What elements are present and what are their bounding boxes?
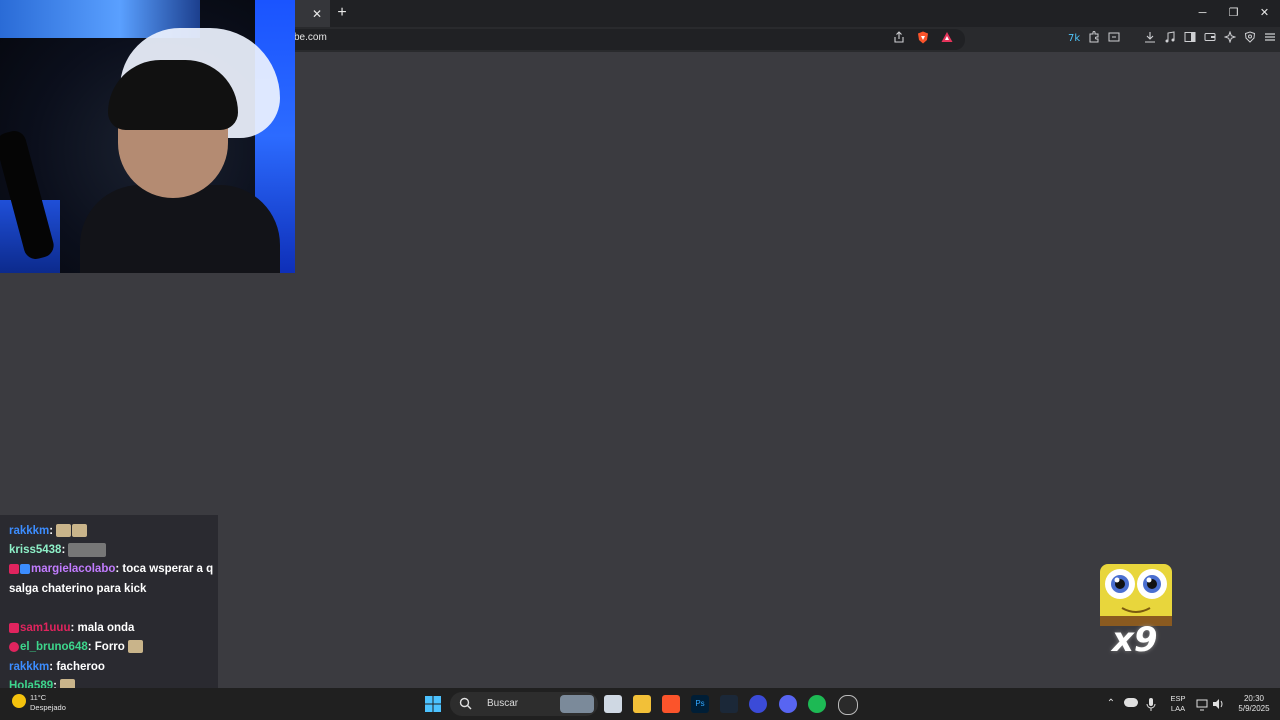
language-indicator-top[interactable]: ESP	[1166, 694, 1190, 704]
chat-message: sam1uuu: mala onda	[9, 619, 214, 639]
language-indicator-bottom[interactable]: LAA	[1166, 704, 1190, 714]
task-view-icon[interactable]	[604, 695, 622, 713]
share-icon[interactable]	[891, 31, 907, 47]
svg-text:7k: 7k	[1068, 33, 1080, 43]
webcam-overlay	[0, 0, 295, 273]
puzzle-icon[interactable]	[1086, 31, 1102, 47]
new-tab-icon[interactable]: +	[333, 4, 351, 22]
network-icon[interactable]	[1196, 695, 1208, 713]
chat-message: rakkkm: facheroo	[9, 661, 105, 673]
photoshop-icon[interactable]: Ps	[691, 695, 709, 713]
emote-image	[68, 542, 107, 557]
emote-combo-counter: x9	[1112, 620, 1158, 660]
badge-icon	[20, 563, 30, 574]
microphone-icon[interactable]	[1145, 695, 1157, 713]
window-controls: ─ ❐ ✕	[1187, 0, 1280, 27]
onedrive-cloud-icon[interactable]	[1124, 698, 1138, 707]
chat-username: sam1uuu	[20, 622, 71, 634]
windows-taskbar: 11°C Despejado Buscar Ps ⌃ ESP LAA 20:30…	[0, 688, 1280, 720]
brave-shields-icon[interactable]	[915, 31, 931, 47]
wallet-icon[interactable]	[1202, 31, 1218, 47]
chat-message: margielacolabo: toca wsperar a q salga c…	[9, 563, 214, 595]
taskbar-search-box[interactable]: Buscar	[450, 692, 598, 716]
search-placeholder: Buscar	[487, 698, 519, 709]
chat-message: rakkkm:	[9, 522, 214, 542]
minimize-icon[interactable]: ─	[1187, 0, 1218, 27]
file-explorer-icon[interactable]	[633, 695, 651, 713]
search-highlight-image	[560, 695, 594, 713]
spotify-icon[interactable]	[808, 695, 826, 713]
url-text: be.com	[294, 32, 327, 43]
badge-icon	[9, 622, 19, 633]
chat-text: Forro	[94, 641, 125, 653]
search-icon	[459, 697, 472, 715]
chat-username: rakkkm	[9, 661, 50, 673]
weather-description: Despejado	[30, 703, 66, 712]
menu-icon[interactable]	[1262, 31, 1278, 47]
extension-icons: 7k	[1066, 30, 1278, 47]
chat-text: facheroo	[56, 661, 105, 673]
emote-image	[56, 524, 72, 538]
brave-browser-icon[interactable]	[662, 695, 680, 713]
chat-username: rakkkm	[9, 525, 50, 537]
leo-ai-icon[interactable]	[1222, 30, 1238, 47]
tab-close-icon[interactable]: ✕	[308, 5, 326, 23]
translate-extension-icon[interactable]: 7k	[1066, 31, 1082, 47]
windows-start-icon[interactable]	[424, 695, 442, 713]
vpn-shield-icon[interactable]	[1242, 31, 1258, 47]
discord-icon[interactable]	[779, 695, 797, 713]
chat-message: el_bruno648: Forro	[9, 638, 214, 658]
chat-username: el_bruno648	[20, 641, 88, 653]
brave-rewards-icon[interactable]	[939, 31, 955, 47]
volume-icon[interactable]	[1212, 695, 1224, 713]
weather-icon[interactable]	[12, 694, 26, 708]
chat-text: mala onda	[77, 622, 135, 634]
clock-date[interactable]: 5/9/2025	[1232, 704, 1276, 714]
address-bar[interactable]: be.com	[285, 29, 965, 50]
chat-message: kriss5438:	[9, 541, 214, 561]
weather-temp: 11°C	[30, 693, 47, 702]
chat-username: kriss5438	[9, 544, 62, 556]
sidebar-icon[interactable]	[1182, 31, 1198, 47]
close-window-icon[interactable]: ✕	[1249, 0, 1280, 27]
emote-image	[128, 640, 144, 654]
chevron-up-icon[interactable]: ⌃	[1102, 695, 1120, 713]
badge-icon	[9, 563, 19, 574]
media-music-icon[interactable]	[1162, 31, 1178, 47]
webcam-person-body	[80, 185, 280, 273]
download-icon[interactable]	[1142, 31, 1158, 47]
obs-icon[interactable]	[838, 695, 858, 715]
restore-icon[interactable]: ❐	[1218, 0, 1249, 27]
chat-username: margielacolabo	[31, 563, 116, 575]
heart-badge-icon	[9, 641, 19, 652]
emote-image	[72, 524, 88, 538]
steam-icon[interactable]	[720, 695, 738, 713]
address-bar-icons	[891, 31, 955, 47]
clock-time[interactable]: 20:30	[1232, 694, 1276, 704]
capture-icon[interactable]	[1106, 31, 1122, 47]
vivaldi-icon[interactable]	[749, 695, 767, 713]
